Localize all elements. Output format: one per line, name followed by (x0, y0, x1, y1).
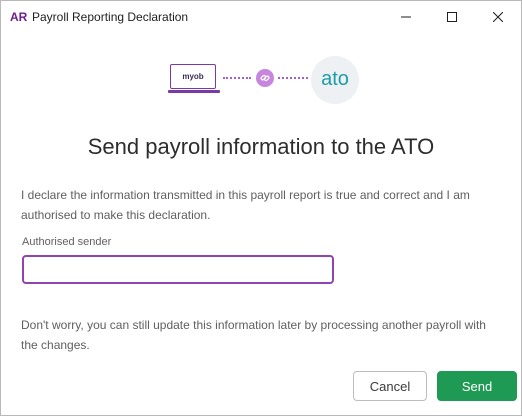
close-icon (493, 11, 503, 22)
window-title: Payroll Reporting Declaration (32, 10, 189, 24)
maximize-button[interactable] (429, 1, 475, 32)
minimize-button[interactable] (383, 1, 429, 32)
app-icon: AR (10, 10, 28, 24)
connection-illustration: myob ato (1, 56, 521, 104)
info-note: Don't worry, you can still update this i… (21, 318, 486, 352)
myob-logo: myob (182, 72, 204, 81)
send-button[interactable]: Send (437, 371, 517, 401)
ato-logo-text: ato (321, 67, 349, 90)
page-title: Send payroll information to the ATO (87, 134, 435, 159)
connector-dots-right (278, 77, 308, 81)
ato-logo: ato (311, 56, 359, 104)
dialog-window: AR Payroll Reporting Declaration myob at… (0, 0, 522, 416)
declaration-text: I declare the information transmitted in… (21, 188, 470, 222)
authorised-sender-label: Authorised sender (22, 236, 112, 248)
close-button[interactable] (475, 1, 521, 32)
minimize-icon (401, 16, 411, 17)
connector-dots-left (223, 77, 251, 81)
title-bar: AR Payroll Reporting Declaration (1, 1, 521, 32)
authorised-sender-input[interactable] (22, 255, 334, 284)
link-icon (256, 69, 274, 87)
laptop-icon: myob (168, 64, 220, 94)
maximize-icon (447, 11, 457, 22)
cancel-button[interactable]: Cancel (353, 371, 427, 401)
laptop-screen: myob (170, 64, 216, 89)
laptop-base (168, 90, 220, 93)
